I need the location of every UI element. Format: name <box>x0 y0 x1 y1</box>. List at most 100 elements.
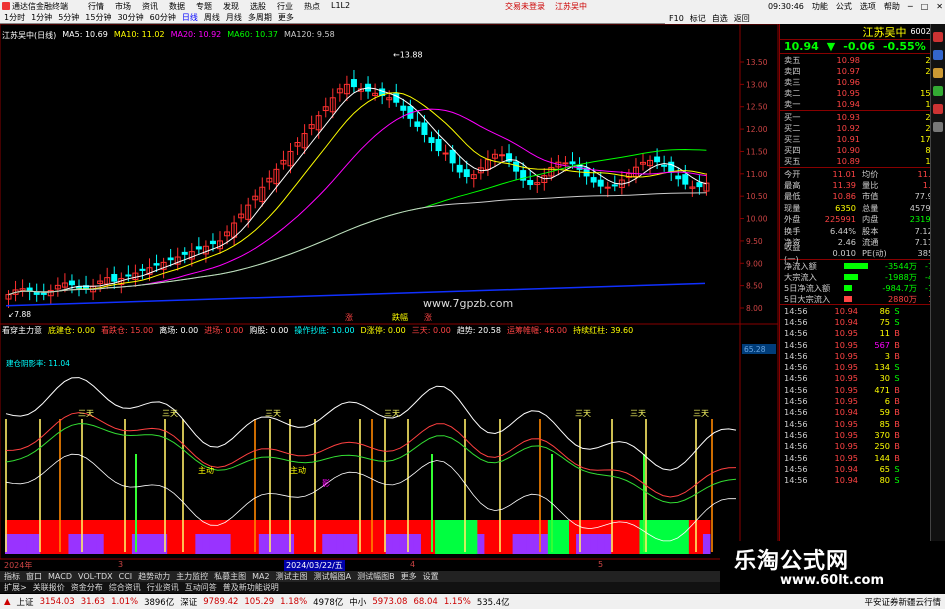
menu-item-market[interactable]: 市场 <box>115 1 131 12</box>
signal-band-cell <box>336 520 344 534</box>
tick-row: 14:5610.956B2 <box>780 395 945 406</box>
indicator-tab[interactable]: 指标 <box>4 571 20 582</box>
menu-item-hot[interactable]: 热点 <box>304 1 320 12</box>
title-bar: 通达信金融终端 行情 市场 资讯 数据 专题 发现 选股 行业 热点 L1L2 … <box>0 0 945 12</box>
ask-row[interactable]: 卖二 10.951568 <box>780 88 945 99</box>
period-1min[interactable]: 1分钟 <box>31 12 52 23</box>
signal-band-cell <box>435 534 443 554</box>
sidebar-hot-icon[interactable] <box>933 104 943 114</box>
extension-tab[interactable]: 普及新功能说明 <box>223 582 279 593</box>
signal-band-cell <box>456 520 464 534</box>
ask-row[interactable]: 卖三 10.9653 <box>780 76 945 87</box>
menu-item-news[interactable]: 资讯 <box>142 1 158 12</box>
period-multi[interactable]: 多周期 <box>248 12 272 23</box>
signal-band-cell <box>667 520 676 534</box>
ask-row[interactable]: 卖一 10.94126 <box>780 99 945 110</box>
extension-tab[interactable]: 关联报价 <box>33 582 65 593</box>
tick-list[interactable]: 14:5610.9486S514:5610.9475S614:5610.9511… <box>780 305 945 486</box>
indicator-tab[interactable]: 测试幅图B <box>357 571 395 582</box>
sidebar-f10-icon[interactable] <box>933 68 943 78</box>
indicator-name[interactable]: 看穿主力意 <box>2 325 42 336</box>
index3-name[interactable]: 中小 <box>349 596 366 608</box>
extension-tab[interactable]: 综合资讯 <box>109 582 141 593</box>
indicator-tab[interactable]: 更多 <box>401 571 417 582</box>
chart-area[interactable]: 13.50 13.00 12.50 12.00 11.50 11.00 10.50 10.00… <box>0 24 779 560</box>
bid-row[interactable]: 买一 10.93244 <box>780 111 945 122</box>
signal-band-cell <box>667 534 676 554</box>
menu-item-options[interactable]: 选项 <box>860 1 876 12</box>
f10-button[interactable]: F10 <box>669 14 684 23</box>
period-monthly[interactable]: 月线 <box>226 12 242 23</box>
menu-item-data[interactable]: 数据 <box>169 1 185 12</box>
sidebar-flow-icon[interactable] <box>933 86 943 96</box>
quote-panel: 江苏吴中 600200 10.94 ▼ -0.06 -0.55% 卖五 10.98… <box>779 24 945 554</box>
signal-band-cell <box>315 520 323 534</box>
close-icon[interactable]: ✕ <box>936 2 943 11</box>
menu-item-help[interactable]: 帮助 <box>884 1 900 12</box>
indicator-tab[interactable]: VOL-TDX <box>78 572 113 581</box>
candle-body <box>527 180 534 186</box>
bid-row[interactable]: 买二 10.92244 <box>780 122 945 133</box>
minimize-icon[interactable]: ─ <box>908 2 913 11</box>
menu-item-topics[interactable]: 专题 <box>196 1 212 12</box>
candle-body <box>33 291 40 295</box>
mark-button[interactable]: 标记 <box>690 13 706 24</box>
menu-item-screener[interactable]: 选股 <box>250 1 266 12</box>
extension-tab[interactable]: 资金分布 <box>71 582 103 593</box>
bid-row[interactable]: 买三 10.911759 <box>780 133 945 144</box>
indicator-tab[interactable]: CCI <box>119 572 133 581</box>
sidebar-quote-icon[interactable] <box>933 32 943 42</box>
menu-item-l1l2[interactable]: L1L2 <box>331 1 350 12</box>
maximize-icon[interactable]: □ <box>921 2 929 11</box>
tick-volume: 86 <box>879 305 890 316</box>
indicator-tab[interactable]: MACD <box>48 572 72 581</box>
extension-tab[interactable]: 扩展> <box>4 582 27 593</box>
signal-band-cell <box>519 520 528 534</box>
period-more[interactable]: 更多 <box>278 12 294 23</box>
bid-row[interactable]: 买四 10.90844 <box>780 145 945 156</box>
sidebar-settings-icon[interactable] <box>933 122 943 132</box>
signal-band-cell <box>449 534 457 554</box>
period-60min[interactable]: 60分钟 <box>150 12 176 23</box>
indicator-tab[interactable]: 窗口 <box>26 571 42 582</box>
period-daily[interactable]: 日线 <box>182 12 198 23</box>
menu-item-quotes[interactable]: 行情 <box>88 1 104 12</box>
period-1min-timeline[interactable]: 1分时 <box>4 12 25 23</box>
signal-band-cell <box>702 534 711 554</box>
menu-item-formula[interactable]: 公式 <box>836 1 852 12</box>
indicator-tab[interactable]: 设置 <box>423 571 439 582</box>
indicator-tab[interactable]: 测试幅图A <box>314 571 351 582</box>
menu-item-functions[interactable]: 功能 <box>812 1 828 12</box>
extension-tab[interactable]: 行业资讯 <box>147 582 179 593</box>
indicator-tab[interactable]: 私募主图 <box>214 571 246 582</box>
signal-band-cell <box>350 520 358 534</box>
index1-name[interactable]: 上证 <box>17 596 34 608</box>
ask-row[interactable]: 卖四 10.97239 <box>780 65 945 76</box>
quote-row: 最低 10.86 市值 77.9亿 <box>780 191 945 202</box>
index2-name[interactable]: 深证 <box>180 596 197 608</box>
site-watermark: 乐淘公式网 www.60lt.com <box>720 541 945 594</box>
bid-row[interactable]: 买五 10.89167 <box>780 156 945 167</box>
watchlist-button[interactable]: 自选 <box>712 13 728 24</box>
period-30min[interactable]: 30分钟 <box>117 12 143 23</box>
back-button[interactable]: 返回 <box>734 13 750 24</box>
trade-login-status[interactable]: 交易未登录 <box>505 1 545 12</box>
period-weekly[interactable]: 周线 <box>204 12 220 23</box>
indicator-tab[interactable]: MA2 <box>252 572 269 581</box>
period-5min[interactable]: 5分钟 <box>58 12 79 23</box>
indicator-tab[interactable]: 测试主图 <box>276 571 308 582</box>
period-15min[interactable]: 15分钟 <box>85 12 111 23</box>
menu-item-industry[interactable]: 行业 <box>277 1 293 12</box>
tick-volume: 370 <box>874 429 890 440</box>
signal-band-cell <box>604 534 612 554</box>
quote-label: 最低 <box>784 191 801 202</box>
tick-row: 14:5610.95471B8 <box>780 384 945 395</box>
menu-item-discover[interactable]: 发现 <box>223 1 239 12</box>
extension-tab[interactable]: 互动问答 <box>185 582 217 593</box>
indicator-tab[interactable]: 主力监控 <box>176 571 208 582</box>
ask-row[interactable]: 卖五 10.98220 <box>780 54 945 65</box>
signal-band-cell <box>449 520 457 534</box>
quote-value: 6350 <box>835 202 856 213</box>
indicator-tab[interactable]: 趋势动力 <box>138 571 170 582</box>
sidebar-info-icon[interactable] <box>933 50 943 60</box>
